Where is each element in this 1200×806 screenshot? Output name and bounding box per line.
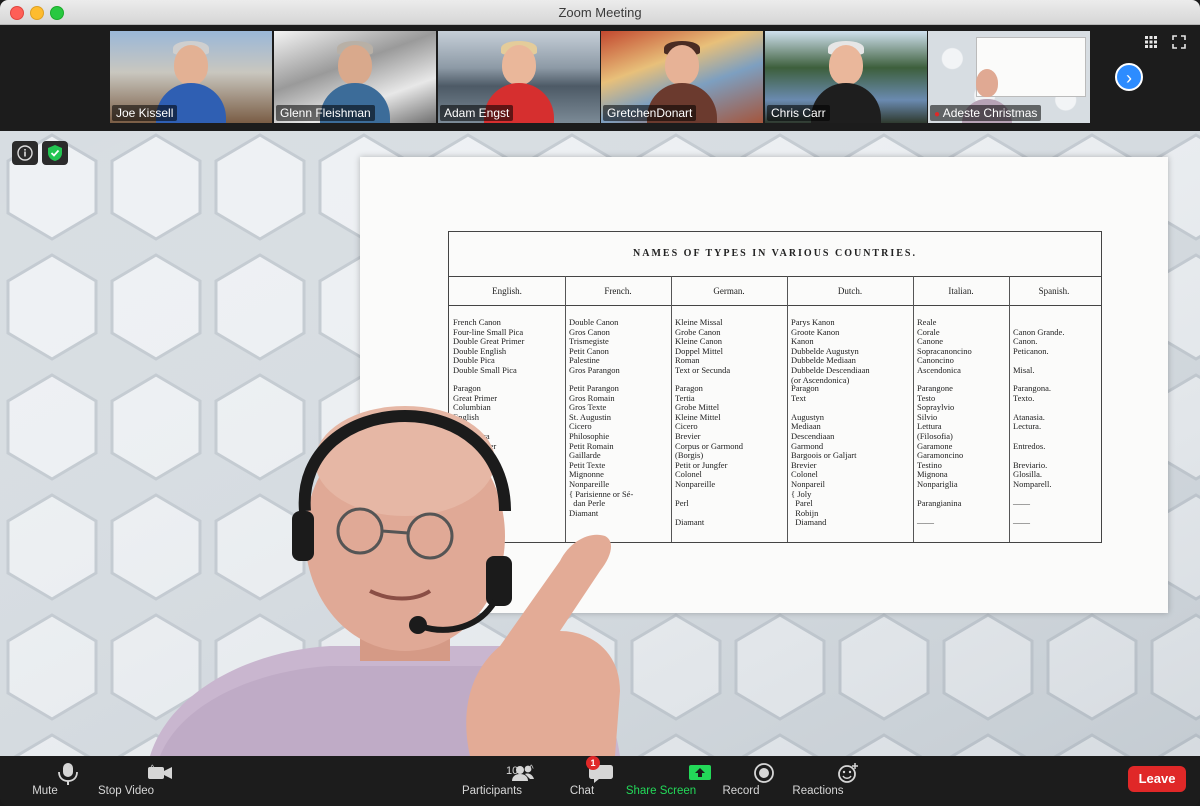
stop-video-label: Stop Video xyxy=(97,785,155,797)
record-button[interactable]: Record xyxy=(718,756,774,806)
chat-button[interactable]: 1 Chat xyxy=(562,756,613,806)
participant-tile[interactable]: Adam Engst xyxy=(438,31,600,123)
window-title: Zoom Meeting xyxy=(558,5,642,20)
participant-tile[interactable]: Chris Carr xyxy=(765,31,927,123)
chat-label: Chat xyxy=(569,785,595,797)
participant-tile[interactable]: Glenn Fleishman xyxy=(274,31,436,123)
participants-button[interactable]: 10 Participants xyxy=(458,756,534,806)
title-bar: Zoom Meeting xyxy=(0,0,1200,25)
participants-icon xyxy=(512,765,534,781)
record-icon xyxy=(754,763,774,783)
participant-strip: Joe Kissell Glenn Fleishman Adam Engst G… xyxy=(0,25,1200,131)
share-screen-label: Share Screen xyxy=(625,785,697,797)
gallery-view-icon[interactable] xyxy=(1144,35,1158,49)
chevron-right-icon: › xyxy=(1126,68,1132,88)
record-label: Record xyxy=(722,785,760,797)
video-options-caret[interactable]: ^ xyxy=(150,764,155,775)
mute-options-caret[interactable]: ^ xyxy=(68,764,73,775)
participant-name: Adam Engst xyxy=(440,105,514,121)
reactions-button[interactable]: Reactions xyxy=(788,756,858,806)
reactions-label: Reactions xyxy=(792,785,844,797)
muted-mic-icon: ● xyxy=(934,109,941,120)
participant-count: 10 xyxy=(506,765,519,777)
mute-label: Mute xyxy=(32,785,58,797)
participant-name: GretchenDonart xyxy=(603,105,697,121)
participant-name: Glenn Fleishman xyxy=(276,105,375,121)
fullscreen-icon[interactable] xyxy=(1172,35,1186,49)
participant-tile[interactable]: GretchenDonart xyxy=(601,31,763,123)
participant-name-text: Adeste Christmas xyxy=(942,106,1038,120)
participant-name: Chris Carr xyxy=(767,105,830,121)
chat-unread-badge: 1 xyxy=(586,756,600,770)
participant-tile[interactable]: Joe Kissell xyxy=(110,31,272,123)
emoji-plus-icon xyxy=(838,763,858,783)
active-speaker-video: NAMES OF TYPES IN VARIOUS COUNTRIES. Eng… xyxy=(0,131,1200,756)
zoom-window: Zoom Meeting Joe Kissell Glenn Fleishman… xyxy=(0,0,1200,806)
share-screen-button[interactable]: Share Screen xyxy=(622,756,711,806)
participants-options-caret[interactable]: ^ xyxy=(529,764,534,775)
participant-tile-active-speaker[interactable]: ● Adeste Christmas xyxy=(928,31,1090,123)
meeting-controls-toolbar: Mute ^ Stop Video ^ 10 Participants ^ 1 … xyxy=(0,756,1200,806)
participant-name: ● Adeste Christmas xyxy=(930,105,1042,121)
participant-name: Joe Kissell xyxy=(112,105,178,121)
video-camera-icon xyxy=(148,767,172,779)
speaker-figure xyxy=(150,406,620,756)
leave-meeting-button[interactable]: Leave xyxy=(1128,766,1186,792)
mute-button[interactable]: Mute xyxy=(22,756,78,806)
next-page-button[interactable]: › xyxy=(1115,63,1143,91)
participants-label: Participants xyxy=(461,785,523,797)
